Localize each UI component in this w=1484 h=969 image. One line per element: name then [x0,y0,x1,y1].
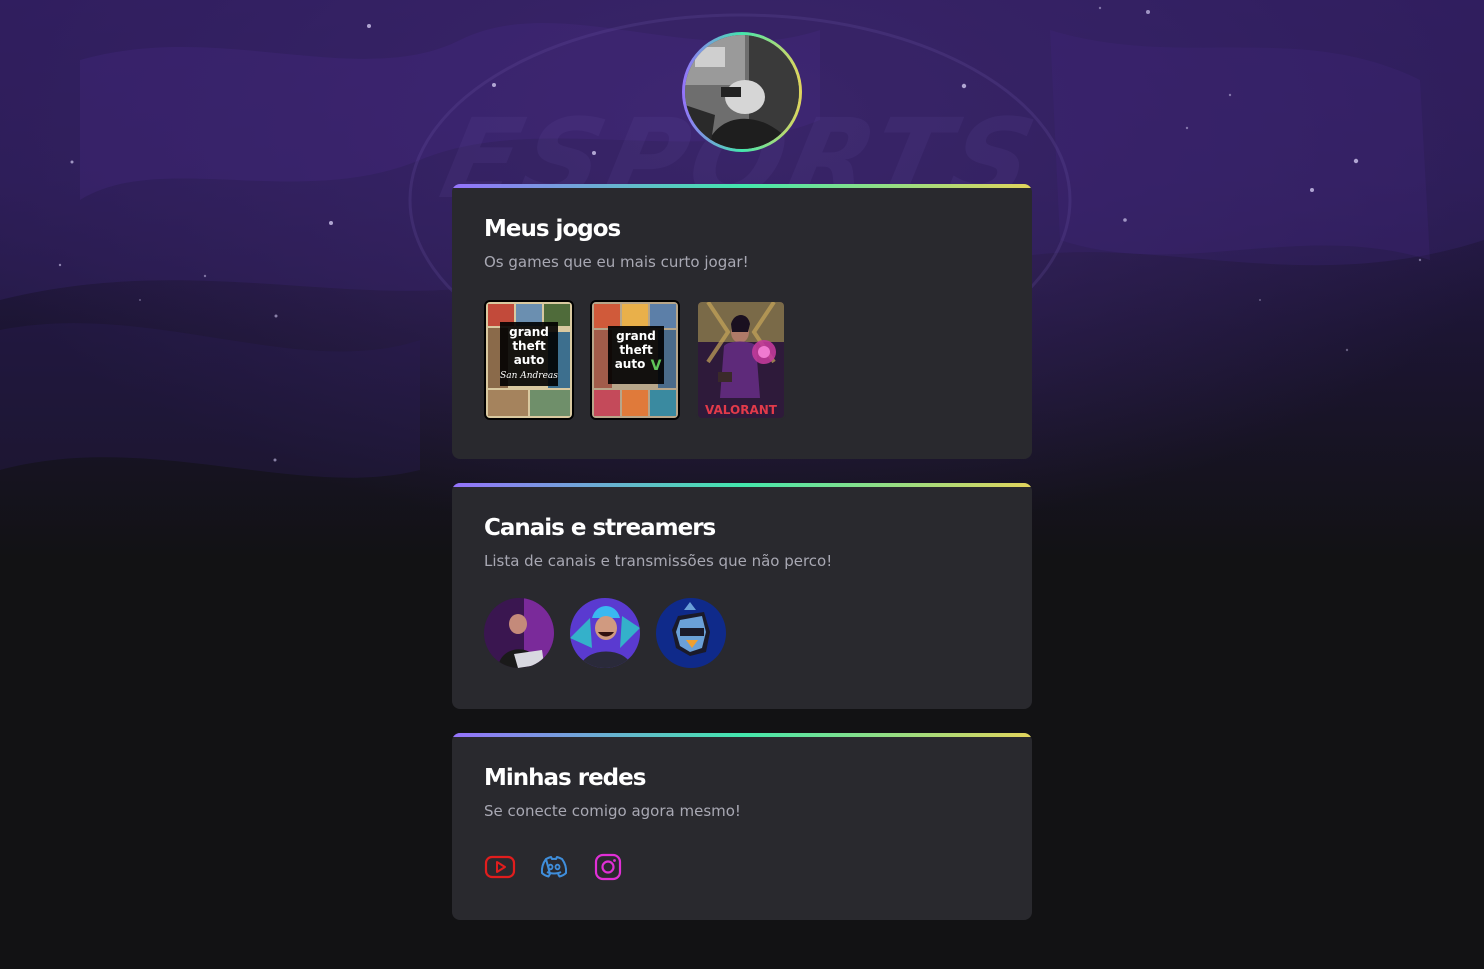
svg-text:auto: auto [615,357,646,371]
profile-photo [685,35,799,149]
games-list: grand theft auto San Andreas grand theft [484,300,1000,420]
streamers-list [484,598,1000,668]
streamer-1-avatar[interactable] [484,598,554,668]
svg-text:grand: grand [616,329,656,343]
valorant-cover[interactable]: VALORANT [696,300,786,420]
svg-text:VALORANT: VALORANT [705,403,778,417]
games-title: Meus jogos [484,216,621,242]
svg-text:theft: theft [512,339,546,353]
svg-text:auto: auto [514,353,545,367]
streamers-title: Canais e streamers [484,515,716,541]
svg-text:V: V [651,358,662,374]
social-card: Minhas redes Se conecte comigo agora mes… [452,733,1032,920]
instagram-icon[interactable] [592,851,624,883]
svg-text:grand: grand [509,325,549,339]
social-links [484,851,1000,883]
svg-text:San Andreas: San Andreas [500,371,558,381]
discord-icon[interactable] [538,851,570,883]
streamers-subtitle: Lista de canais e transmissões que não p… [484,552,833,570]
social-subtitle: Se conecte comigo agora mesmo! [484,802,741,820]
gta-v-cover[interactable]: grand theft auto V [590,300,680,420]
streamer-3-avatar[interactable] [656,598,726,668]
games-subtitle: Os games que eu mais curto jogar! [484,253,749,271]
gta-san-andreas-cover[interactable]: grand theft auto San Andreas [484,300,574,420]
streamer-2-avatar[interactable] [570,598,640,668]
social-title: Minhas redes [484,765,646,791]
youtube-icon[interactable] [484,851,516,883]
svg-text:theft: theft [619,343,653,357]
streamers-card: Canais e streamers Lista de canais e tra… [452,483,1032,709]
profile-avatar [682,32,802,152]
games-card: Meus jogos Os games que eu mais curto jo… [452,184,1032,459]
